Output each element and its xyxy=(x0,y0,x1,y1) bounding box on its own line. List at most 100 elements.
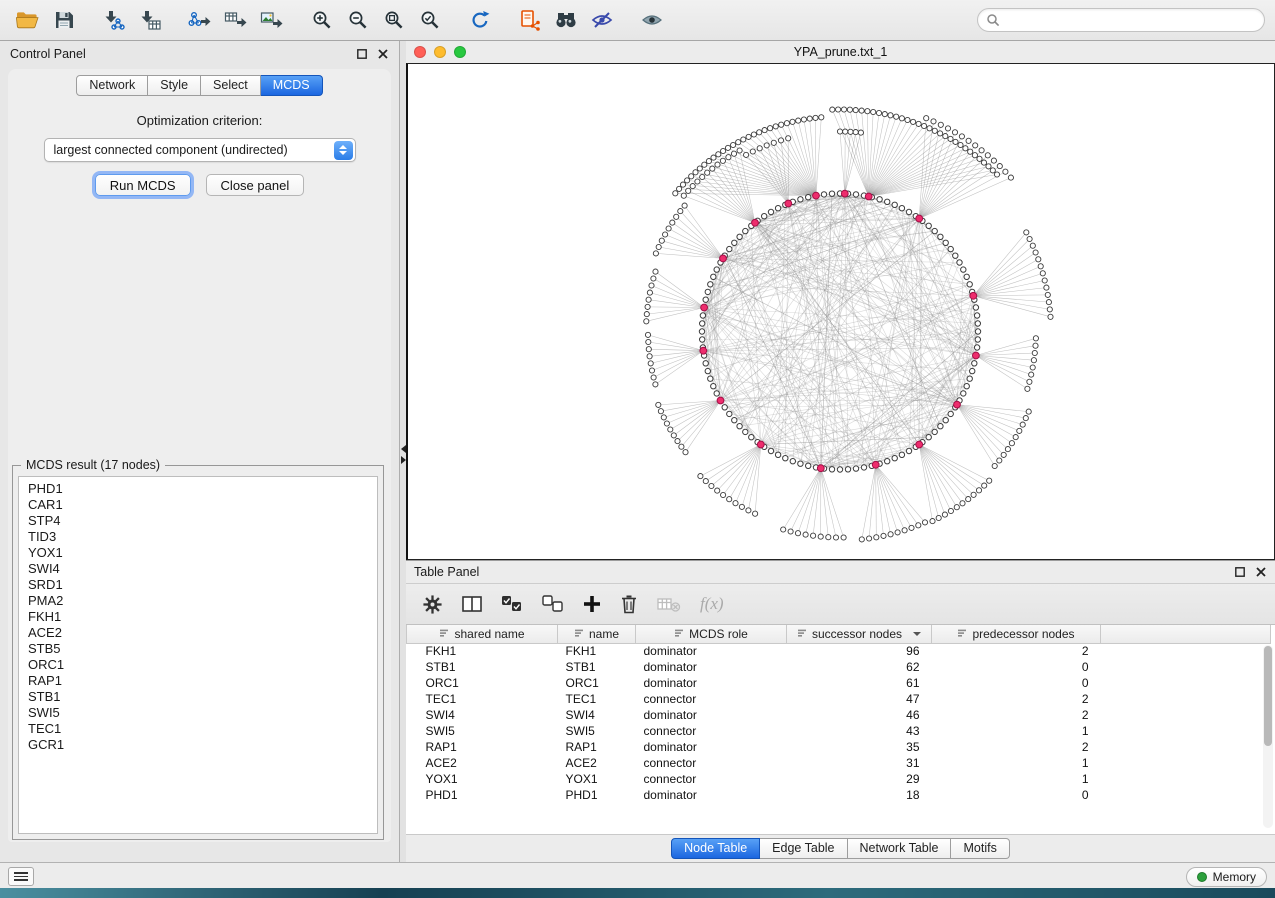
ring-node[interactable] xyxy=(975,321,980,326)
leaf-node[interactable] xyxy=(1003,169,1008,174)
leaf-node[interactable] xyxy=(680,182,685,187)
table-row[interactable]: TEC1TEC1connector472 xyxy=(407,691,1271,707)
cell-shared-name[interactable]: TEC1 xyxy=(407,691,558,707)
leaf-node[interactable] xyxy=(899,116,904,121)
ring-node[interactable] xyxy=(906,209,911,214)
leaf-node[interactable] xyxy=(833,535,838,540)
cell-shared-name[interactable]: STB1 xyxy=(407,659,558,675)
leaf-node[interactable] xyxy=(836,107,841,112)
leaf-node[interactable] xyxy=(930,519,935,524)
leaf-node[interactable] xyxy=(773,124,778,129)
ring-node[interactable] xyxy=(932,228,937,233)
result-item[interactable]: ACE2 xyxy=(28,625,373,641)
leaf-node[interactable] xyxy=(677,186,682,191)
ring-node[interactable] xyxy=(806,195,811,200)
cell-shared-name[interactable]: RAP1 xyxy=(407,739,558,755)
ring-node[interactable] xyxy=(829,191,834,196)
cell-successor-nodes[interactable]: 43 xyxy=(787,723,932,739)
ring-node[interactable] xyxy=(853,466,858,471)
leaf-node[interactable] xyxy=(867,536,872,541)
ring-node[interactable] xyxy=(790,459,795,464)
cell-mcds-role[interactable]: connector xyxy=(636,755,787,771)
leaf-node[interactable] xyxy=(703,479,708,484)
cell-name[interactable]: YOX1 xyxy=(558,771,636,787)
dominator-node[interactable] xyxy=(916,215,923,222)
table-row[interactable]: SWI4SWI4dominator462 xyxy=(407,707,1271,723)
dominator-node[interactable] xyxy=(717,397,724,404)
leaf-node[interactable] xyxy=(690,184,695,189)
cell-successor-nodes[interactable]: 96 xyxy=(787,643,932,659)
leaf-node[interactable] xyxy=(1040,271,1045,276)
ring-node[interactable] xyxy=(899,452,904,457)
ring-node[interactable] xyxy=(899,206,904,211)
table-scrollbar[interactable] xyxy=(1263,645,1273,828)
leaf-node[interactable] xyxy=(888,113,893,118)
ring-node[interactable] xyxy=(877,197,882,202)
add-column-icon[interactable] xyxy=(583,595,601,613)
cell-predecessor-nodes[interactable]: 0 xyxy=(932,675,1101,691)
leaf-node[interactable] xyxy=(739,504,744,509)
delete-column-icon[interactable] xyxy=(620,594,638,614)
cell-predecessor-nodes[interactable]: 0 xyxy=(932,659,1101,675)
cell-mcds-role[interactable]: connector xyxy=(636,771,787,787)
leaf-node[interactable] xyxy=(746,134,751,139)
leaf-node[interactable] xyxy=(853,130,858,135)
leaf-node[interactable] xyxy=(1025,386,1030,391)
cell-successor-nodes[interactable]: 31 xyxy=(787,755,932,771)
leaf-node[interactable] xyxy=(972,153,977,158)
table-tab-network-table[interactable]: Network Table xyxy=(848,838,952,859)
ring-node[interactable] xyxy=(943,418,948,423)
cell-mcds-role[interactable]: dominator xyxy=(636,675,787,691)
leaf-node[interactable] xyxy=(966,138,971,143)
leaf-node[interactable] xyxy=(1032,350,1037,355)
mcds-result-list[interactable]: PHD1CAR1STP4TID3YOX1SWI4SRD1PMA2FKH1ACE2… xyxy=(18,476,378,834)
ring-node[interactable] xyxy=(821,192,826,197)
leaf-node[interactable] xyxy=(706,159,711,164)
result-item[interactable]: PMA2 xyxy=(28,593,373,609)
leaf-node[interactable] xyxy=(664,421,669,426)
leaf-node[interactable] xyxy=(746,508,751,513)
leaf-node[interactable] xyxy=(693,170,698,175)
leaf-node[interactable] xyxy=(647,290,652,295)
leaf-node[interactable] xyxy=(959,134,964,139)
leaf-node[interactable] xyxy=(997,164,1002,169)
leaf-node[interactable] xyxy=(1042,278,1047,283)
leaf-node[interactable] xyxy=(725,145,730,150)
import-network-file-icon[interactable] xyxy=(96,4,132,36)
float-table-panel-icon[interactable] xyxy=(1234,566,1246,578)
tab-style[interactable]: Style xyxy=(148,75,201,96)
leaf-node[interactable] xyxy=(683,450,688,455)
ring-node[interactable] xyxy=(861,465,866,470)
leaf-node[interactable] xyxy=(786,136,791,141)
tab-network[interactable]: Network xyxy=(76,75,148,96)
leaf-node[interactable] xyxy=(784,121,789,126)
leaf-node[interactable] xyxy=(644,312,649,317)
ring-node[interactable] xyxy=(798,461,803,466)
zoom-fit-icon[interactable] xyxy=(376,4,412,36)
ring-node[interactable] xyxy=(775,206,780,211)
result-item[interactable]: FKH1 xyxy=(28,609,373,625)
leaf-node[interactable] xyxy=(848,129,853,134)
result-item[interactable]: STB1 xyxy=(28,689,373,705)
ring-node[interactable] xyxy=(938,234,943,239)
ring-node[interactable] xyxy=(975,337,980,342)
ring-node[interactable] xyxy=(975,329,980,334)
leaf-node[interactable] xyxy=(973,143,978,148)
ring-node[interactable] xyxy=(961,267,966,272)
leaf-node[interactable] xyxy=(801,117,806,122)
leaf-node[interactable] xyxy=(976,488,981,493)
dominator-node[interactable] xyxy=(916,441,923,448)
leaf-node[interactable] xyxy=(1036,257,1041,262)
cell-name[interactable]: FKH1 xyxy=(558,643,636,659)
leaf-node[interactable] xyxy=(932,128,937,133)
ring-node[interactable] xyxy=(700,313,705,318)
ring-node[interactable] xyxy=(705,289,710,294)
leaf-node[interactable] xyxy=(653,251,658,256)
ring-node[interactable] xyxy=(892,202,897,207)
leaf-node[interactable] xyxy=(700,174,705,179)
hide-graphics-icon[interactable] xyxy=(584,4,620,36)
leaf-node[interactable] xyxy=(847,107,852,112)
ring-node[interactable] xyxy=(699,329,704,334)
dominator-node[interactable] xyxy=(701,304,708,311)
zoom-selected-icon[interactable] xyxy=(412,4,448,36)
